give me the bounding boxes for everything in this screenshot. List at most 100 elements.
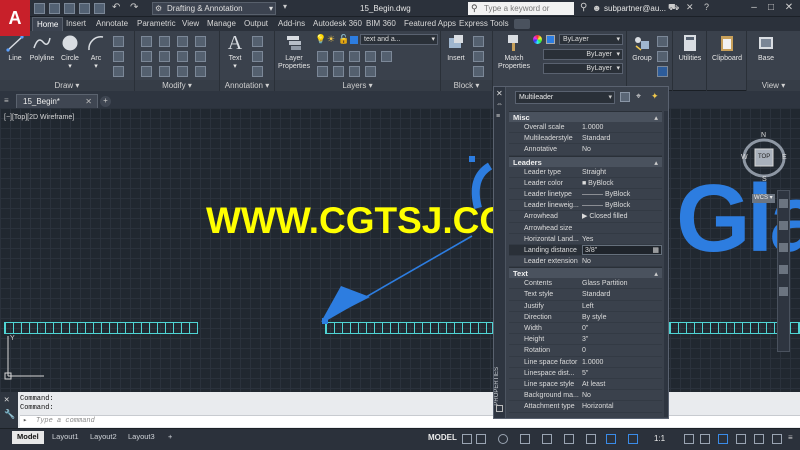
undo-icon[interactable]: ↶	[112, 2, 120, 13]
compass-north[interactable]: N	[761, 132, 766, 139]
property-row[interactable]: Arrowhead ▶ Closed filled	[509, 211, 662, 223]
group-tool[interactable]: Group	[629, 33, 655, 63]
property-row[interactable]: Justify Left	[509, 301, 662, 312]
layout-tab-layout1[interactable]: Layout1	[47, 431, 84, 444]
property-value[interactable]: No	[582, 144, 662, 155]
property-row[interactable]: Overall scale 1.0000	[509, 122, 662, 134]
auto-hide-icon[interactable]: ⇔	[496, 101, 503, 108]
property-value[interactable]: No	[582, 256, 662, 267]
workspace-switcher[interactable]: ⚙ Drafting & Annotation ▾	[152, 2, 276, 15]
property-row[interactable]: Background ma... No	[509, 390, 662, 402]
property-value[interactable]: 5"	[582, 368, 662, 379]
scale-icon[interactable]	[159, 66, 170, 77]
workspace-icon[interactable]	[718, 434, 728, 444]
stretch-icon[interactable]	[141, 66, 152, 77]
layer-freeze-icon[interactable]	[349, 51, 360, 62]
open-file-icon[interactable]	[49, 3, 60, 14]
tab-parametric[interactable]: Parametric	[133, 17, 180, 31]
osnap-icon[interactable]	[542, 434, 552, 444]
properties-title-strip[interactable]: ✕ ⇔ ≡ PROPERTIES	[494, 87, 506, 418]
insert-tool[interactable]: Insert	[443, 33, 469, 63]
landing-distance-input[interactable]: 3/8"	[582, 244, 662, 255]
save-as-icon[interactable]	[79, 3, 90, 14]
rectangle-icon[interactable]	[113, 36, 124, 47]
property-row[interactable]: Leader type Straight	[509, 167, 662, 178]
erase-icon[interactable]	[195, 36, 206, 47]
layer-previous-icon[interactable]	[317, 66, 328, 77]
trim-icon[interactable]	[177, 36, 188, 47]
property-value[interactable]: ——— ByBlock	[582, 189, 662, 200]
layer-match-icon[interactable]	[381, 51, 392, 62]
annotation-visibility-icon[interactable]	[606, 434, 616, 444]
panel-draw-label[interactable]: Draw ▾	[0, 80, 134, 91]
tab-output[interactable]: Output	[240, 17, 272, 31]
model-space-button[interactable]: MODEL	[428, 433, 457, 442]
line-tool[interactable]: Line	[4, 33, 26, 63]
pan-icon[interactable]	[779, 221, 788, 230]
viewcube-top-face[interactable]: TOP	[758, 154, 770, 160]
wrench-icon[interactable]: 🔧	[4, 410, 15, 420]
annotation-scale-icon[interactable]	[628, 434, 638, 444]
table-icon[interactable]	[252, 66, 263, 77]
orbit-icon[interactable]	[779, 265, 788, 274]
tab-express-tools[interactable]: Express Tools	[455, 17, 513, 31]
close-icon[interactable]: ✕	[496, 89, 503, 98]
panel-layers-label[interactable]: Layers ▾	[275, 80, 440, 91]
layer-unisolate-icon[interactable]	[333, 51, 344, 62]
property-value[interactable]: At least	[582, 379, 662, 390]
property-row[interactable]: Rotation 0	[509, 345, 662, 357]
ungroup-icon[interactable]	[657, 36, 668, 47]
isolate-objects-icon[interactable]	[736, 434, 746, 444]
clean-screen-icon[interactable]	[772, 434, 782, 444]
group-edit-icon[interactable]	[657, 51, 668, 62]
tab-featured-apps[interactable]: Featured Apps	[400, 17, 460, 31]
linetype-dropdown[interactable]: ByLayer ▾	[543, 63, 623, 74]
utilities-tool[interactable]: Utilities	[674, 33, 706, 63]
property-value[interactable]: Horizontal	[582, 401, 662, 412]
palette-menu-icon[interactable]: ≡	[496, 113, 500, 120]
selection-dropdown[interactable]: Multileader ▾	[515, 91, 615, 104]
section-misc[interactable]: Misc ▴	[509, 111, 662, 122]
new-tab-button[interactable]: +	[100, 96, 111, 107]
tab-add-ins[interactable]: Add-ins	[274, 17, 309, 31]
polyline-tool[interactable]: Polyline	[28, 33, 56, 63]
clipboard-tool[interactable]: Clipboard	[709, 33, 745, 63]
maximize-button[interactable]: □	[763, 1, 779, 15]
circle-tool[interactable]: Circle ▾	[58, 33, 82, 71]
layer-unlock-icon[interactable]	[365, 66, 376, 77]
property-value[interactable]: Straight	[582, 167, 662, 178]
lineweight-dropdown[interactable]: ByLayer ▾	[543, 49, 623, 60]
mirror-icon[interactable]	[159, 51, 170, 62]
lineweight-icon[interactable]	[586, 434, 596, 444]
new-file-icon[interactable]	[34, 3, 45, 14]
section-text[interactable]: Text ▴	[509, 267, 662, 279]
viewcube[interactable]: TOP N S W E	[740, 130, 788, 188]
drawing-area[interactable]: [−][Top][2D Wireframe] Y GlaSS TOP N S W…	[0, 108, 800, 392]
command-line-handle[interactable]: ✕ 🔧	[0, 392, 18, 428]
close-icon[interactable]: ✕	[4, 395, 9, 405]
property-value[interactable]: ▶ Closed filled	[582, 211, 662, 222]
layer-isolate-icon[interactable]	[317, 51, 328, 62]
property-row[interactable]: Direction By style	[509, 312, 662, 323]
group-select-icon[interactable]	[657, 66, 668, 77]
property-row[interactable]: Attachment type Horizontal	[509, 401, 662, 413]
compass-east[interactable]: E	[782, 154, 787, 161]
property-value[interactable]: 0"	[582, 323, 662, 334]
property-row[interactable]: Width 0"	[509, 323, 662, 335]
property-row-active[interactable]: Landing distance 3/8" ▦	[509, 244, 662, 257]
calculator-icon[interactable]: ▦	[652, 245, 659, 256]
quick-select-icon[interactable]: ✦	[651, 91, 659, 102]
property-value[interactable]: 3"	[582, 334, 662, 345]
property-row[interactable]: Text style Standard	[509, 289, 662, 301]
property-row[interactable]: Line space style At least	[509, 379, 662, 391]
cart-icon[interactable]: ⛟	[668, 2, 679, 14]
move-icon[interactable]	[141, 36, 152, 47]
tab-insert[interactable]: Insert	[62, 17, 90, 31]
offset-icon[interactable]	[195, 66, 206, 77]
hatch-icon[interactable]	[113, 51, 124, 62]
search-input[interactable]: ⚲ Type a keyword or phrase	[468, 2, 574, 26]
layer-dropdown[interactable]: text and a... ▾	[360, 34, 438, 45]
dimension-icon[interactable]	[252, 36, 263, 47]
grid-icon[interactable]	[462, 434, 472, 444]
layer-walk-icon[interactable]	[333, 66, 344, 77]
